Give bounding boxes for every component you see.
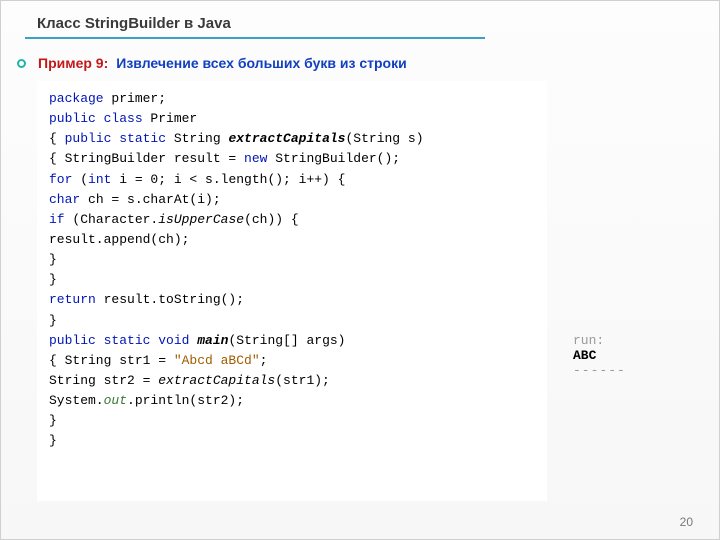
code-token: { String str1 = [49,353,174,368]
output-dash: ------ [573,363,703,378]
output-value: ABC [573,348,703,363]
code-token: result.toString(); [96,292,244,307]
code-token: (str1); [275,373,330,388]
code-token: package [49,91,104,106]
code-token: for [49,172,72,187]
code-token: public static [65,131,166,146]
code-token: ch = s.charAt(i); [80,192,220,207]
code-token: String str2 = [49,373,158,388]
code-token: i = 0; i < s.length(); i++) { [111,172,345,187]
code-token: } [49,413,57,428]
code-token: if [49,212,65,227]
code-token: isUpperCase [158,212,244,227]
code-token: public static void [49,333,189,348]
code-token: (String[] args) [228,333,345,348]
code-token: new [244,151,267,166]
code-token: StringBuilder(); [267,151,400,166]
code-token: public class [49,111,143,126]
code-token: (String s) [345,131,423,146]
code-token: } [49,433,57,448]
code-block: package primer; public class Primer { pu… [37,81,547,501]
example-text: Извлечение всех больших букв из строки [116,55,406,71]
code-token: (Character. [65,212,159,227]
code-token: main [197,333,228,348]
code-token: ; [260,353,268,368]
slide: Класс StringBuilder в Java Пример 9: Изв… [0,0,720,540]
code-token: out [104,393,127,408]
code-token: { [49,131,65,146]
slide-title: Класс StringBuilder в Java [37,15,231,32]
code-token: } [49,272,57,287]
code-token: (ch)) { [244,212,299,227]
code-token: extractCapitals [158,373,275,388]
code-token: .println(str2); [127,393,244,408]
example-label: Пример 9: [38,55,108,71]
output-block: run: ABC ------ [573,333,703,378]
code-token: result.append(ch); [49,232,189,247]
code-token: } [49,252,57,267]
code-token: } [49,313,57,328]
code-token: int [88,172,111,187]
code-token: ( [72,172,88,187]
code-token: Primer [143,111,198,126]
code-token: char [49,192,80,207]
code-token: return [49,292,96,307]
example-row: Пример 9: Извлечение всех больших букв и… [17,55,407,71]
code-token: { StringBuilder result = [49,151,244,166]
code-token: String [166,131,228,146]
code-token: System. [49,393,104,408]
code-token: primer; [104,91,166,106]
bullet-icon [17,59,26,68]
code-token: "Abcd aBCd" [174,353,260,368]
page-number: 20 [680,515,693,529]
code-token: extractCapitals [228,131,345,146]
output-run-label: run: [573,333,703,348]
